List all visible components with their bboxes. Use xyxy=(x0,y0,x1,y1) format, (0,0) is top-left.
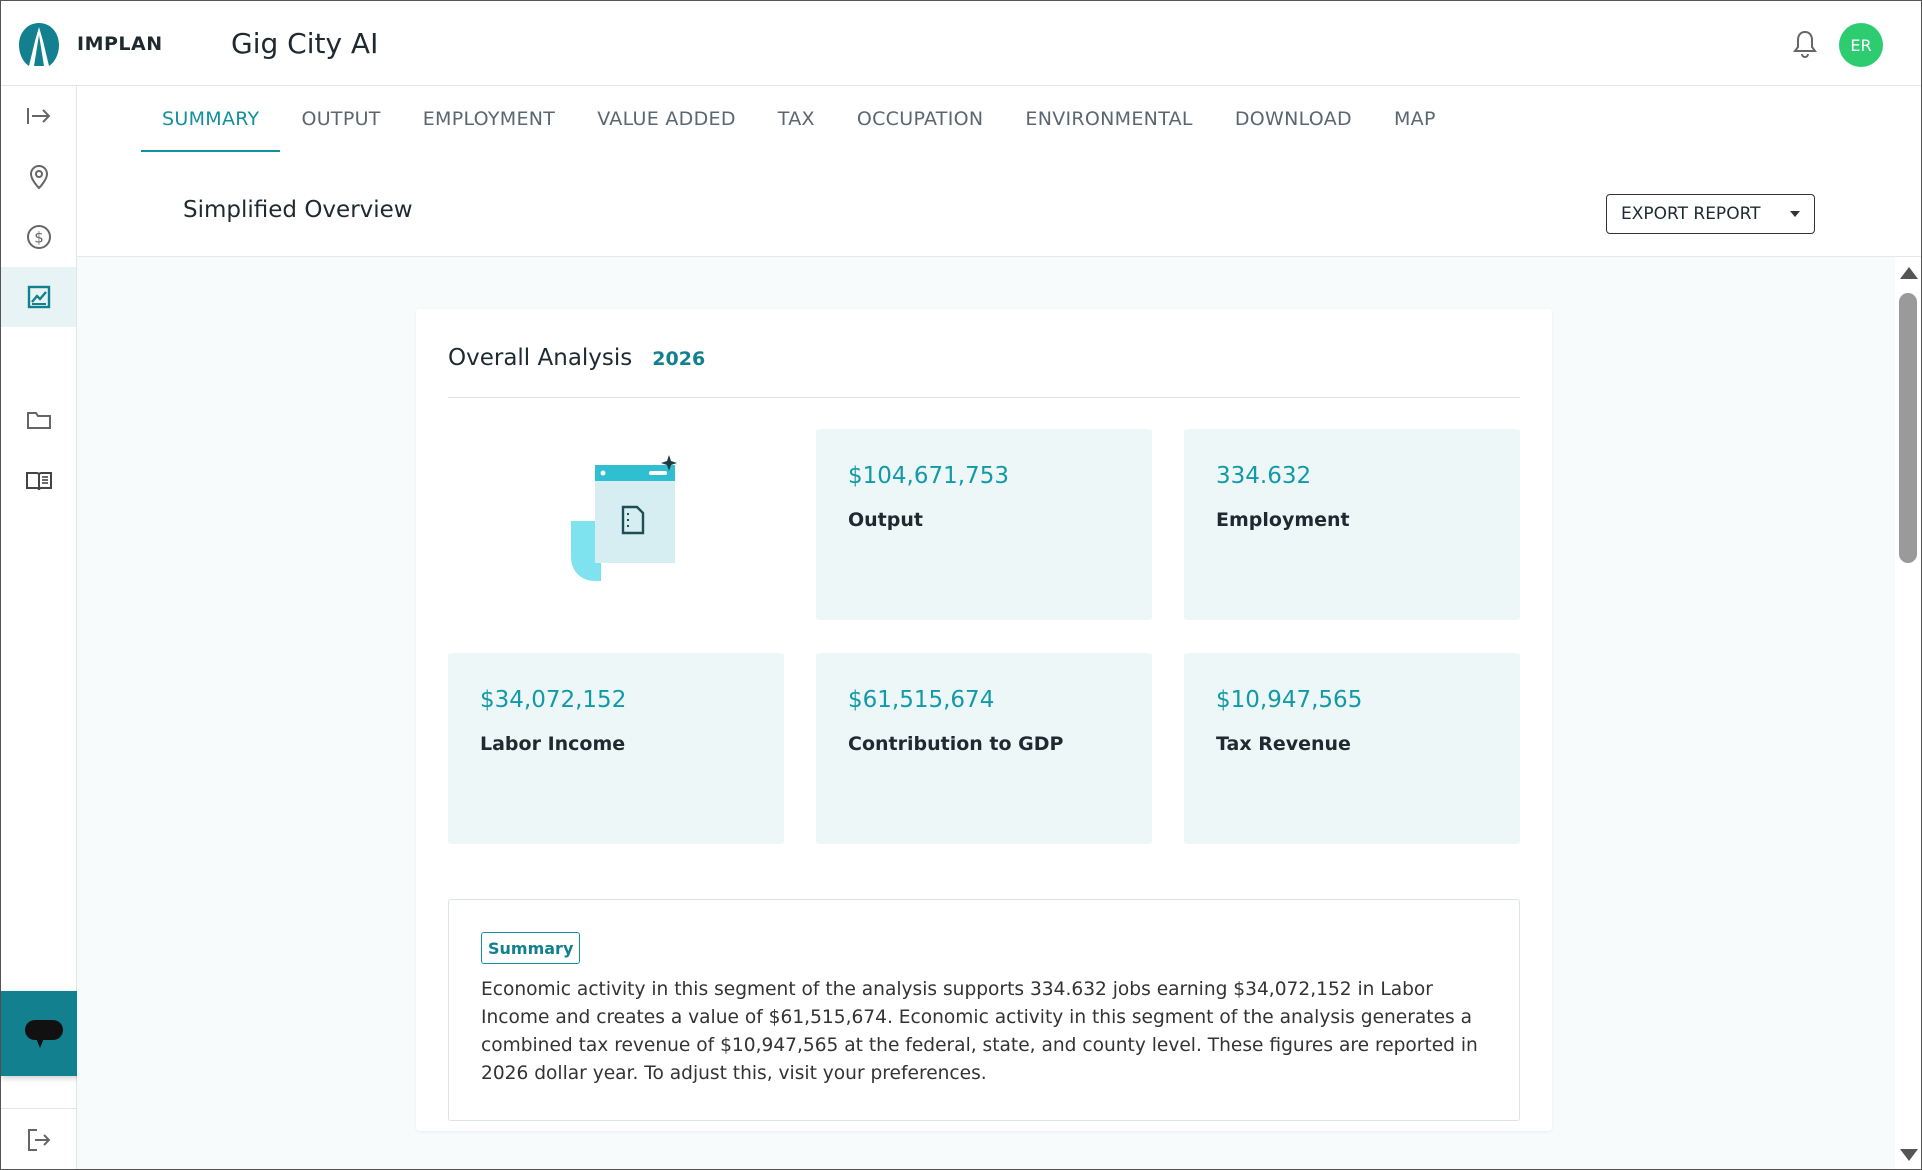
metric-label: Output xyxy=(848,509,923,531)
chat-bubble-icon xyxy=(25,1019,63,1048)
implan-logo[interactable] xyxy=(15,21,63,67)
expand-sidebar-icon xyxy=(26,108,50,124)
top-bar: IMPLAN Gig City AI ER xyxy=(1,1,1921,86)
tab-value-added[interactable]: VALUE ADDED xyxy=(576,86,757,152)
scroll-thumb[interactable] xyxy=(1899,293,1917,563)
metric-value: $10,947,565 xyxy=(1216,687,1363,713)
location-pin-icon xyxy=(29,164,48,190)
card-header: Overall Analysis 2026 xyxy=(448,345,705,371)
dollar-circle-icon: $ xyxy=(26,225,51,249)
scroll-down-arrow-icon[interactable] xyxy=(1900,1149,1918,1161)
metric-label: Labor Income xyxy=(480,733,626,755)
summary-badge: Summary xyxy=(481,932,581,964)
chat-button[interactable] xyxy=(1,991,87,1076)
vertical-scrollbar[interactable] xyxy=(1895,257,1921,1169)
expand-sidebar-button[interactable] xyxy=(1,86,76,146)
tab-summary[interactable]: SUMMARY xyxy=(141,86,281,152)
metric-employment[interactable]: 334.632 Employment xyxy=(1184,429,1520,620)
brand-name: IMPLAN xyxy=(77,33,163,55)
metric-value: $34,072,152 xyxy=(480,687,627,713)
logout-icon xyxy=(27,1129,50,1151)
metric-label: Contribution to GDP xyxy=(848,733,1064,755)
chart-icon xyxy=(27,285,50,309)
export-report-button[interactable]: EXPORT REPORT xyxy=(1606,194,1815,234)
metric-value: $104,671,753 xyxy=(848,463,1009,489)
project-title: Gig City AI xyxy=(231,27,379,60)
metric-contribution-to-gdp[interactable]: $61,515,674 Contribution to GDP xyxy=(816,653,1152,844)
tab-tax[interactable]: TAX xyxy=(757,86,836,152)
section-title: Simplified Overview xyxy=(183,197,413,223)
caret-down-icon xyxy=(1790,211,1800,217)
metric-labor-income[interactable]: $34,072,152 Labor Income xyxy=(448,653,784,844)
metric-tax-revenue[interactable]: $10,947,565 Tax Revenue xyxy=(1184,653,1520,844)
metric-value: 334.632 xyxy=(1216,463,1312,489)
folder-icon xyxy=(26,412,51,429)
nav-location[interactable] xyxy=(1,147,76,207)
nav-projects[interactable] xyxy=(1,390,76,450)
rail-divider xyxy=(1,1108,76,1109)
card-title: Overall Analysis xyxy=(448,345,633,371)
nav-docs[interactable] xyxy=(1,451,76,511)
tab-employment[interactable]: EMPLOYMENT xyxy=(402,86,577,152)
summary-box: Summary Economic activity in this segmen… xyxy=(448,899,1520,1121)
card-divider xyxy=(448,397,1520,398)
metric-label: Employment xyxy=(1216,509,1350,531)
report-document-icon xyxy=(571,454,677,581)
notification-bell-icon[interactable] xyxy=(1791,29,1819,59)
content-area: Overall Analysis 2026 $104,671,753 Outpu… xyxy=(77,257,1895,1169)
export-report-label: EXPORT REPORT xyxy=(1621,204,1761,224)
tab-map[interactable]: MAP xyxy=(1373,86,1457,152)
results-tabs: SUMMARY OUTPUT EMPLOYMENT VALUE ADDED TA… xyxy=(141,86,1457,152)
report-illustration xyxy=(448,429,784,620)
overall-analysis-card: Overall Analysis 2026 $104,671,753 Outpu… xyxy=(416,309,1552,1131)
svg-text:$: $ xyxy=(34,229,44,247)
scroll-up-arrow-icon[interactable] xyxy=(1900,267,1918,279)
tab-environmental[interactable]: ENVIRONMENTAL xyxy=(1004,86,1213,152)
tab-occupation[interactable]: OCCUPATION xyxy=(836,86,1005,152)
summary-text: Economic activity in this segment of the… xyxy=(481,979,1478,1084)
metric-value: $61,515,674 xyxy=(848,687,995,713)
metric-output[interactable]: $104,671,753 Output xyxy=(816,429,1152,620)
tab-download[interactable]: DOWNLOAD xyxy=(1214,86,1373,152)
book-icon xyxy=(25,472,52,491)
nav-dollar[interactable]: $ xyxy=(1,207,76,267)
logout-button[interactable] xyxy=(1,1110,76,1170)
analysis-year: 2026 xyxy=(652,348,706,370)
section-header: Simplified Overview EXPORT REPORT xyxy=(77,152,1921,257)
metric-label: Tax Revenue xyxy=(1216,733,1351,755)
nav-results[interactable] xyxy=(1,267,76,327)
user-avatar[interactable]: ER xyxy=(1839,23,1883,67)
tab-output[interactable]: OUTPUT xyxy=(280,86,401,152)
